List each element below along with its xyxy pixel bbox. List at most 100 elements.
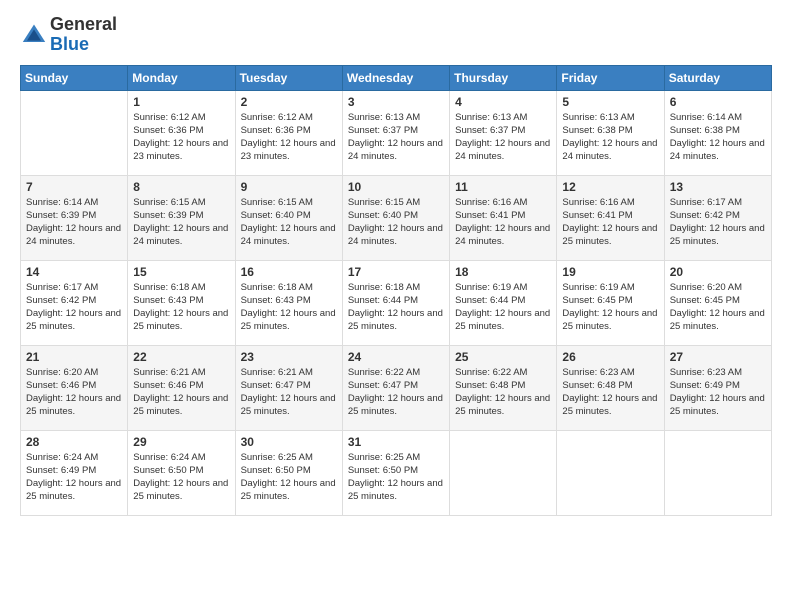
sunrise-text: Sunrise: 6:20 AM: [26, 367, 98, 378]
calendar-cell: 4 Sunrise: 6:13 AM Sunset: 6:37 PM Dayli…: [450, 90, 557, 175]
day-info: Sunrise: 6:19 AM Sunset: 6:45 PM Dayligh…: [562, 281, 658, 334]
sunrise-text: Sunrise: 6:19 AM: [455, 282, 527, 293]
day-number: 25: [455, 350, 551, 364]
calendar-cell: 13 Sunrise: 6:17 AM Sunset: 6:42 PM Dayl…: [664, 175, 771, 260]
daylight-text: Daylight: 12 hours and 25 minutes.: [26, 478, 121, 502]
sunrise-text: Sunrise: 6:12 AM: [133, 112, 205, 123]
logo-text: General Blue: [50, 15, 117, 55]
day-number: 16: [241, 265, 337, 279]
calendar-cell: 17 Sunrise: 6:18 AM Sunset: 6:44 PM Dayl…: [342, 260, 449, 345]
day-info: Sunrise: 6:15 AM Sunset: 6:40 PM Dayligh…: [241, 196, 337, 249]
week-row-5: 28 Sunrise: 6:24 AM Sunset: 6:49 PM Dayl…: [21, 430, 772, 515]
day-info: Sunrise: 6:15 AM Sunset: 6:40 PM Dayligh…: [348, 196, 444, 249]
calendar-cell: 8 Sunrise: 6:15 AM Sunset: 6:39 PM Dayli…: [128, 175, 235, 260]
sunset-text: Sunset: 6:36 PM: [133, 125, 203, 136]
weekday-header-friday: Friday: [557, 65, 664, 90]
calendar-cell: 22 Sunrise: 6:21 AM Sunset: 6:46 PM Dayl…: [128, 345, 235, 430]
calendar-cell: 16 Sunrise: 6:18 AM Sunset: 6:43 PM Dayl…: [235, 260, 342, 345]
day-info: Sunrise: 6:14 AM Sunset: 6:39 PM Dayligh…: [26, 196, 122, 249]
day-info: Sunrise: 6:18 AM Sunset: 6:44 PM Dayligh…: [348, 281, 444, 334]
sunset-text: Sunset: 6:50 PM: [241, 465, 311, 476]
day-info: Sunrise: 6:12 AM Sunset: 6:36 PM Dayligh…: [241, 111, 337, 164]
daylight-text: Daylight: 12 hours and 24 minutes.: [241, 223, 336, 247]
day-info: Sunrise: 6:21 AM Sunset: 6:46 PM Dayligh…: [133, 366, 229, 419]
day-number: 1: [133, 95, 229, 109]
calendar-cell: 29 Sunrise: 6:24 AM Sunset: 6:50 PM Dayl…: [128, 430, 235, 515]
sunset-text: Sunset: 6:44 PM: [348, 295, 418, 306]
day-info: Sunrise: 6:14 AM Sunset: 6:38 PM Dayligh…: [670, 111, 766, 164]
daylight-text: Daylight: 12 hours and 25 minutes.: [348, 393, 443, 417]
daylight-text: Daylight: 12 hours and 25 minutes.: [133, 478, 228, 502]
sunset-text: Sunset: 6:40 PM: [241, 210, 311, 221]
day-number: 7: [26, 180, 122, 194]
sunset-text: Sunset: 6:49 PM: [26, 465, 96, 476]
calendar-cell: [557, 430, 664, 515]
daylight-text: Daylight: 12 hours and 24 minutes.: [26, 223, 121, 247]
daylight-text: Daylight: 12 hours and 25 minutes.: [670, 223, 765, 247]
sunset-text: Sunset: 6:38 PM: [670, 125, 740, 136]
sunset-text: Sunset: 6:50 PM: [133, 465, 203, 476]
sunset-text: Sunset: 6:48 PM: [455, 380, 525, 391]
sunset-text: Sunset: 6:39 PM: [26, 210, 96, 221]
day-number: 11: [455, 180, 551, 194]
day-number: 13: [670, 180, 766, 194]
sunset-text: Sunset: 6:48 PM: [562, 380, 632, 391]
calendar-cell: 10 Sunrise: 6:15 AM Sunset: 6:40 PM Dayl…: [342, 175, 449, 260]
sunrise-text: Sunrise: 6:13 AM: [348, 112, 420, 123]
sunset-text: Sunset: 6:45 PM: [670, 295, 740, 306]
daylight-text: Daylight: 12 hours and 25 minutes.: [455, 308, 550, 332]
sunset-text: Sunset: 6:43 PM: [241, 295, 311, 306]
sunrise-text: Sunrise: 6:18 AM: [133, 282, 205, 293]
day-number: 10: [348, 180, 444, 194]
calendar-cell: 24 Sunrise: 6:22 AM Sunset: 6:47 PM Dayl…: [342, 345, 449, 430]
week-row-2: 7 Sunrise: 6:14 AM Sunset: 6:39 PM Dayli…: [21, 175, 772, 260]
sunrise-text: Sunrise: 6:22 AM: [455, 367, 527, 378]
calendar-cell: 18 Sunrise: 6:19 AM Sunset: 6:44 PM Dayl…: [450, 260, 557, 345]
calendar-cell: 27 Sunrise: 6:23 AM Sunset: 6:49 PM Dayl…: [664, 345, 771, 430]
day-number: 29: [133, 435, 229, 449]
day-number: 23: [241, 350, 337, 364]
day-info: Sunrise: 6:19 AM Sunset: 6:44 PM Dayligh…: [455, 281, 551, 334]
calendar-cell: 28 Sunrise: 6:24 AM Sunset: 6:49 PM Dayl…: [21, 430, 128, 515]
calendar-table: SundayMondayTuesdayWednesdayThursdayFrid…: [20, 65, 772, 516]
daylight-text: Daylight: 12 hours and 25 minutes.: [241, 478, 336, 502]
weekday-header-row: SundayMondayTuesdayWednesdayThursdayFrid…: [21, 65, 772, 90]
day-number: 12: [562, 180, 658, 194]
sunrise-text: Sunrise: 6:13 AM: [562, 112, 634, 123]
sunset-text: Sunset: 6:40 PM: [348, 210, 418, 221]
day-info: Sunrise: 6:23 AM Sunset: 6:49 PM Dayligh…: [670, 366, 766, 419]
sunrise-text: Sunrise: 6:21 AM: [133, 367, 205, 378]
sunrise-text: Sunrise: 6:23 AM: [562, 367, 634, 378]
sunrise-text: Sunrise: 6:17 AM: [670, 197, 742, 208]
sunrise-text: Sunrise: 6:21 AM: [241, 367, 313, 378]
sunrise-text: Sunrise: 6:23 AM: [670, 367, 742, 378]
sunset-text: Sunset: 6:42 PM: [26, 295, 96, 306]
day-info: Sunrise: 6:24 AM Sunset: 6:50 PM Dayligh…: [133, 451, 229, 504]
day-number: 26: [562, 350, 658, 364]
sunrise-text: Sunrise: 6:16 AM: [562, 197, 634, 208]
day-info: Sunrise: 6:18 AM Sunset: 6:43 PM Dayligh…: [133, 281, 229, 334]
sunrise-text: Sunrise: 6:19 AM: [562, 282, 634, 293]
logo: General Blue: [20, 15, 117, 55]
sunrise-text: Sunrise: 6:16 AM: [455, 197, 527, 208]
sunset-text: Sunset: 6:37 PM: [348, 125, 418, 136]
sunrise-text: Sunrise: 6:15 AM: [241, 197, 313, 208]
calendar-cell: 3 Sunrise: 6:13 AM Sunset: 6:37 PM Dayli…: [342, 90, 449, 175]
calendar-cell: [21, 90, 128, 175]
sunset-text: Sunset: 6:41 PM: [455, 210, 525, 221]
day-number: 24: [348, 350, 444, 364]
daylight-text: Daylight: 12 hours and 25 minutes.: [670, 393, 765, 417]
week-row-4: 21 Sunrise: 6:20 AM Sunset: 6:46 PM Dayl…: [21, 345, 772, 430]
logo-icon: [20, 21, 48, 49]
day-info: Sunrise: 6:16 AM Sunset: 6:41 PM Dayligh…: [455, 196, 551, 249]
calendar-cell: 30 Sunrise: 6:25 AM Sunset: 6:50 PM Dayl…: [235, 430, 342, 515]
week-row-1: 1 Sunrise: 6:12 AM Sunset: 6:36 PM Dayli…: [21, 90, 772, 175]
day-info: Sunrise: 6:12 AM Sunset: 6:36 PM Dayligh…: [133, 111, 229, 164]
day-number: 20: [670, 265, 766, 279]
day-number: 22: [133, 350, 229, 364]
sunrise-text: Sunrise: 6:17 AM: [26, 282, 98, 293]
weekday-header-sunday: Sunday: [21, 65, 128, 90]
day-info: Sunrise: 6:21 AM Sunset: 6:47 PM Dayligh…: [241, 366, 337, 419]
header-area: General Blue: [20, 15, 772, 55]
daylight-text: Daylight: 12 hours and 25 minutes.: [562, 223, 657, 247]
